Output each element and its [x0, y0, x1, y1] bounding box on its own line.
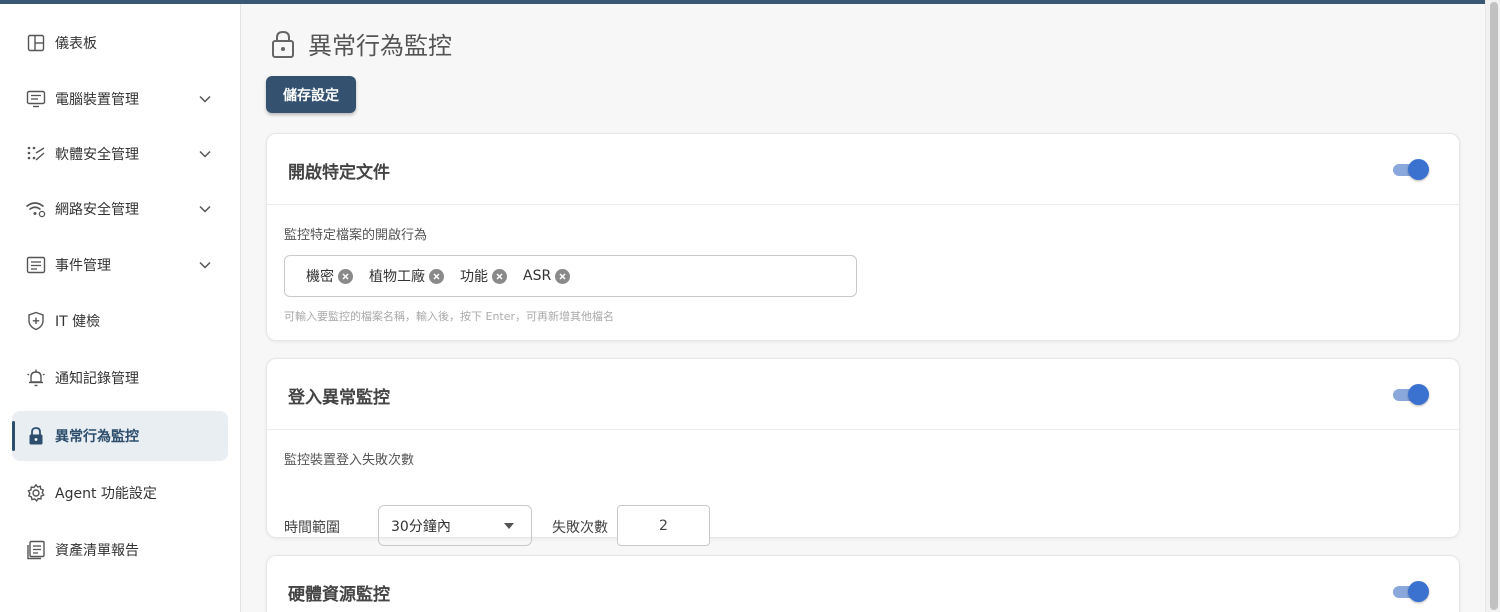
sidebar-item-notification-logs[interactable]: 通知記錄管理: [12, 353, 228, 403]
sidebar-item-label: 儀表板: [55, 36, 97, 52]
card-title: 硬體資源監控: [288, 585, 390, 605]
chevron-down-icon: [198, 92, 212, 106]
software-icon: [25, 143, 47, 165]
fail-count-label: 失敗次數: [552, 520, 608, 536]
save-settings-button[interactable]: 儲存設定: [266, 76, 356, 113]
toggle-knob: [1408, 159, 1429, 180]
login-anomaly-toggle[interactable]: [1393, 384, 1429, 405]
file-tag: 植物工廠: [369, 266, 444, 286]
time-range-select[interactable]: 30分鐘內: [378, 505, 532, 546]
lock-icon: [25, 425, 47, 447]
lock-icon: [270, 29, 296, 59]
toggle-knob: [1408, 384, 1429, 405]
sidebar-item-anomaly-monitoring[interactable]: 異常行為監控: [12, 411, 228, 461]
hardware-resource-toggle[interactable]: [1393, 581, 1429, 602]
sidebar-item-label: 異常行為監控: [55, 429, 139, 445]
chevron-down-icon: [198, 258, 212, 272]
card-title: 登入異常監控: [288, 388, 390, 408]
sidebar-item-events[interactable]: 事件管理: [12, 240, 228, 290]
chevron-down-icon: [198, 147, 212, 161]
file-tag: ASR: [523, 268, 571, 284]
open-file-card: 開啟特定文件 監控特定檔案的開啟行為 機密 植物工廠 功能 ASR 可輸入要監控…: [266, 133, 1460, 341]
input-hint: 可輸入要監控的檔案名稱，輸入後，按下 Enter，可再新增其他檔名: [284, 310, 615, 323]
tag-label: ASR: [523, 268, 552, 284]
card-title: 開啟特定文件: [288, 163, 390, 183]
fail-count-input[interactable]: [617, 505, 710, 546]
card-header: 硬體資源監控: [267, 556, 1459, 612]
scrollbar[interactable]: [1485, 0, 1500, 612]
gear-icon: [25, 482, 47, 504]
sidebar-item-it-health-check[interactable]: IT 健檢: [12, 296, 228, 346]
file-tags-input[interactable]: 機密 植物工廠 功能 ASR: [284, 255, 857, 297]
file-tag: 功能: [460, 266, 507, 286]
scrollbar-thumb[interactable]: [1490, 2, 1498, 610]
card-header: 開啟特定文件: [267, 134, 1459, 205]
sidebar-item-label: IT 健檢: [55, 314, 101, 330]
sidebar: 儀表板 電腦裝置管理 軟體安全管理 網路安全管理 事件管理 IT 健檢 通知記錄…: [0, 4, 241, 612]
monitor-icon: [25, 88, 47, 110]
tag-label: 功能: [460, 269, 488, 285]
select-value: 30分鐘內: [391, 518, 451, 535]
sidebar-item-devices[interactable]: 電腦裝置管理: [12, 74, 228, 124]
sidebar-item-dashboard[interactable]: 儀表板: [12, 18, 228, 68]
sidebar-item-label: 網路安全管理: [55, 202, 139, 218]
toggle-knob: [1408, 581, 1429, 602]
remove-tag-icon[interactable]: [338, 268, 353, 284]
caret-down-icon: [504, 523, 514, 529]
sub-label: 監控特定檔案的開啟行為: [284, 228, 428, 243]
main-content: 異常行為監控 儲存設定 開啟特定文件 監控特定檔案的開啟行為 機密 植物工廠 功…: [241, 4, 1485, 612]
event-list-icon: [25, 254, 47, 276]
sidebar-item-label: 軟體安全管理: [55, 147, 139, 163]
open-file-toggle[interactable]: [1393, 159, 1429, 180]
shield-plus-icon: [25, 310, 47, 332]
remove-tag-icon[interactable]: [429, 268, 444, 284]
bell-icon: [25, 367, 47, 389]
remove-tag-icon[interactable]: [492, 268, 507, 284]
sub-label: 監控裝置登入失敗次數: [284, 453, 415, 468]
sidebar-item-software-security[interactable]: 軟體安全管理: [12, 129, 228, 179]
sidebar-item-label: 事件管理: [55, 258, 111, 274]
chevron-down-icon: [198, 202, 212, 216]
sidebar-item-asset-report[interactable]: 資產清單報告: [12, 525, 228, 575]
sidebar-item-label: 資產清單報告: [55, 543, 139, 559]
remove-tag-icon[interactable]: [555, 268, 571, 284]
page-title-text: 異常行為監控: [308, 32, 452, 60]
tag-label: 機密: [306, 269, 334, 285]
dashboard-icon: [25, 32, 47, 54]
card-header: 登入異常監控: [267, 359, 1459, 430]
sidebar-item-label: 通知記錄管理: [55, 371, 139, 387]
sidebar-item-label: Agent 功能設定: [55, 486, 157, 502]
sidebar-item-agent-settings[interactable]: Agent 功能設定: [12, 468, 228, 518]
wifi-gear-icon: [25, 198, 47, 220]
login-anomaly-card: 登入異常監控 監控裝置登入失敗次數 時間範圍 30分鐘內 失敗次數: [266, 358, 1460, 546]
time-range-label: 時間範圍: [284, 520, 340, 536]
tag-label: 植物工廠: [369, 269, 425, 285]
hardware-resource-card: 硬體資源監控: [266, 555, 1460, 612]
sidebar-item-network-security[interactable]: 網路安全管理: [12, 184, 228, 234]
file-tag: 機密: [306, 266, 353, 286]
sidebar-item-label: 電腦裝置管理: [55, 92, 139, 108]
report-icon: [25, 539, 47, 561]
page-title: 異常行為監控: [270, 26, 452, 61]
